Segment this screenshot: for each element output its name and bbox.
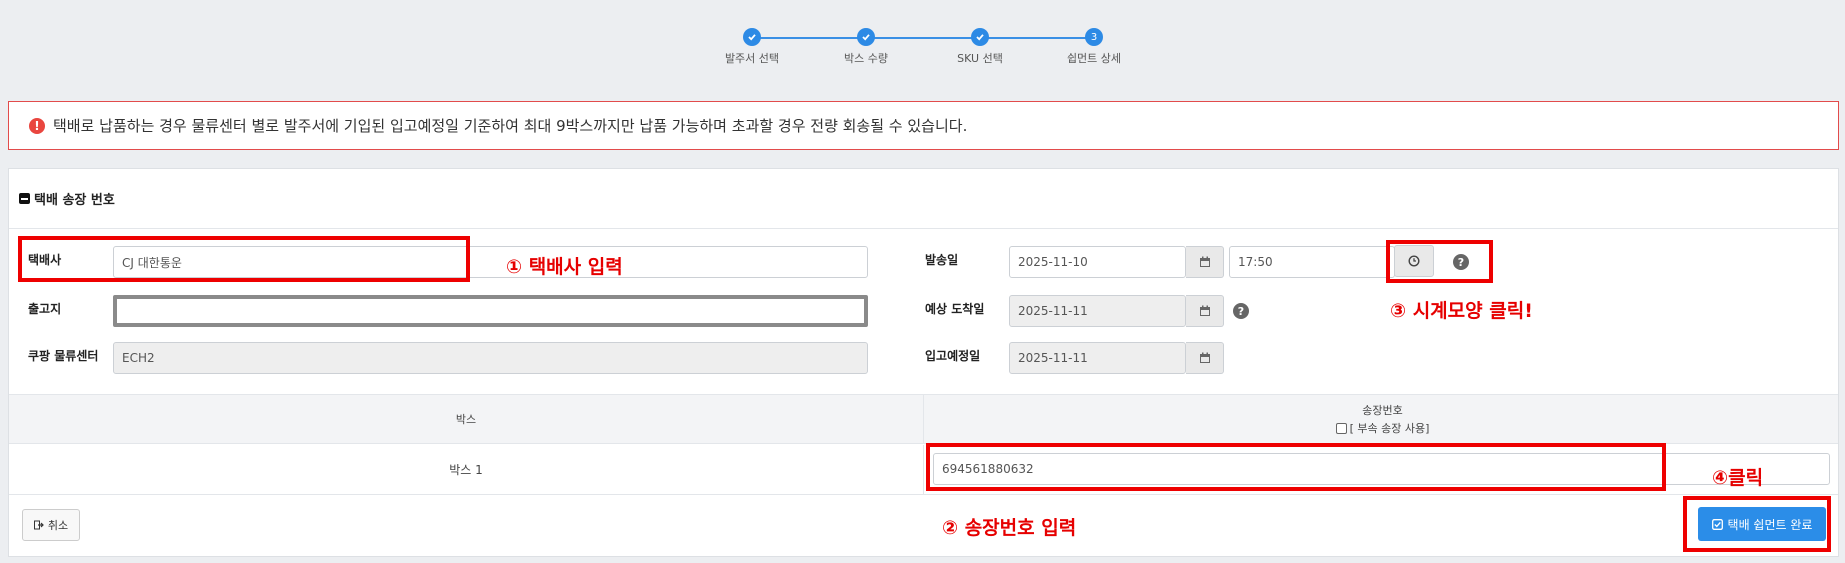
progress-stepper: 발주서 선택 박스 수량 SKU 선택 3 쉽먼트 상세 [0, 0, 1845, 80]
annotation-box-complete [1683, 496, 1831, 552]
sub-invoice-checkbox[interactable] [1335, 422, 1347, 434]
annotation-step-2: ② 송장번호 입력 [942, 517, 1077, 539]
step-1-check-icon [743, 28, 761, 46]
stepper-line [752, 37, 1094, 39]
annotation-box-clock [1386, 240, 1493, 283]
step-2-label: 박스 수량 [844, 52, 888, 65]
ship-time-field[interactable]: 17:50 [1229, 246, 1395, 278]
step-1-label: 발주서 선택 [724, 52, 780, 65]
ship-date-calendar-icon[interactable] [1186, 246, 1224, 278]
eta-field: 2025-11-11 [1009, 295, 1186, 327]
cancel-button-label: 취소 [47, 519, 69, 532]
inbound-field: 2025-11-11 [1009, 342, 1186, 374]
panel-header[interactable]: 택배 송장 번호 [9, 169, 1838, 229]
exclamation-icon: ! [29, 117, 45, 134]
alert-text: 택배로 납품하는 경우 물류센터 별로 발주서에 기입된 입고예정일 기준하여 … [53, 117, 968, 135]
origin-field[interactable] [113, 295, 868, 327]
eta-label: 예상 도착일 [925, 302, 985, 316]
row-box-name: 박스 1 [9, 445, 924, 494]
table-header: 박스 송장번호 [ 부속 송장 사용] [9, 394, 1838, 444]
step-4-label: 쉽먼트 상세 [1066, 52, 1122, 65]
sub-invoice-option[interactable]: [ 부속 송장 사용] [1335, 420, 1430, 436]
exit-icon [33, 520, 44, 530]
help-icon-eta[interactable]: ? [1233, 303, 1249, 319]
ship-date-field[interactable]: 2025-11-10 [1009, 246, 1186, 278]
column-header-invoice: 송장번호 [ 부속 송장 사용] [925, 395, 1840, 443]
annotation-step-1: ① 택배사 입력 [506, 256, 623, 278]
step-2-check-icon [857, 28, 875, 46]
warning-alert: ! 택배로 납품하는 경우 물류센터 별로 발주서에 기입된 입고예정일 기준하… [8, 101, 1839, 150]
panel-title: 택배 송장 번호 [34, 193, 115, 208]
inbound-label: 입고예정일 [925, 349, 981, 363]
annotation-box-invoice [926, 443, 1666, 491]
column-header-box: 박스 [9, 395, 924, 443]
collapse-icon[interactable] [19, 193, 30, 204]
annotation-step-4: ④클릭 [1712, 467, 1764, 489]
step-4-number: 3 [1085, 28, 1103, 46]
invoice-header-label: 송장번호 [1362, 404, 1403, 417]
eta-calendar-icon [1186, 295, 1224, 327]
step-3-check-icon [971, 28, 989, 46]
step-3-label: SKU 선택 [957, 52, 1003, 65]
courier-invoice-panel: 택배 송장 번호 택배사 CJ 대한통운 출고지 쿠팡 물류센터 ECH2 발송… [8, 168, 1839, 557]
inbound-calendar-icon [1186, 342, 1224, 374]
center-field: ECH2 [113, 342, 868, 374]
cancel-button[interactable]: 취소 [22, 509, 80, 541]
center-label: 쿠팡 물류센터 [28, 349, 99, 363]
annotation-step-3: ③ 시계모양 클릭! [1390, 300, 1533, 322]
ship-date-label: 발송일 [925, 253, 959, 267]
sub-invoice-label: [ 부속 송장 사용] [1349, 422, 1430, 435]
origin-label: 출고지 [28, 302, 62, 316]
annotation-box-courier [18, 236, 470, 282]
